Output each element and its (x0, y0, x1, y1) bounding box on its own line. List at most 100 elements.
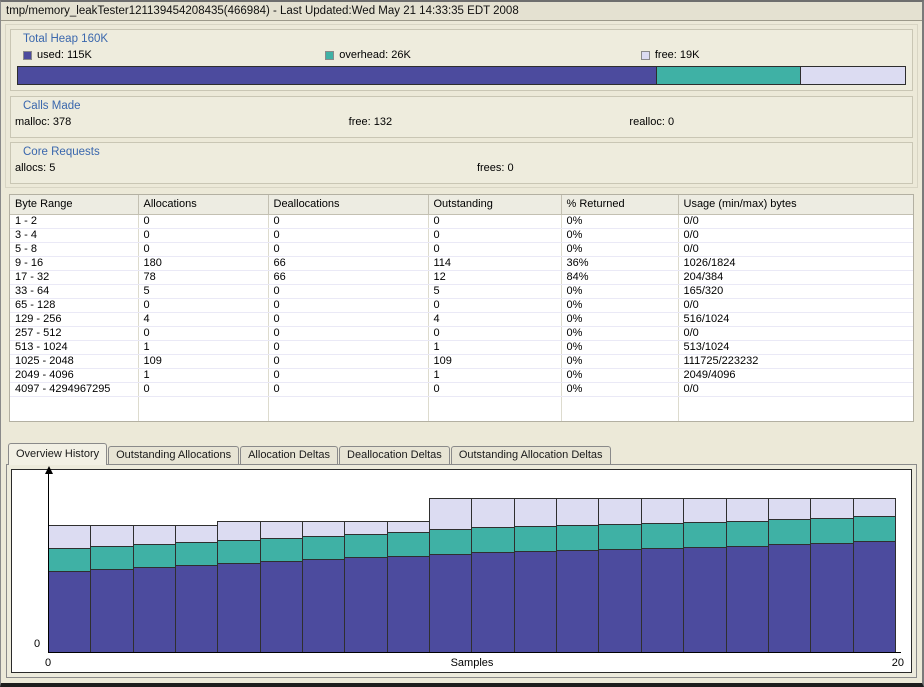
bar-segment-free (811, 498, 852, 518)
table-cell: 4097 - 4294967295 (10, 382, 138, 396)
table-cell: 0/0 (678, 242, 913, 256)
chart-bar[interactable] (175, 525, 218, 652)
chart-bar[interactable] (810, 498, 853, 652)
table-row[interactable]: 2049 - 40961010%2049/4096 (10, 368, 913, 382)
table-row[interactable]: 3 - 40000%0/0 (10, 228, 913, 242)
bar-segment-overhead (134, 544, 175, 567)
table-row[interactable]: 33 - 645050%165/320 (10, 284, 913, 298)
table-cell: 66 (268, 270, 428, 284)
tab-outstanding-allocations[interactable]: Outstanding Allocations (108, 446, 239, 464)
bar-segment-free (472, 498, 513, 527)
window-title: tmp/memory_leakTester121139454208435(466… (1, 2, 922, 21)
chart-bar[interactable] (853, 498, 896, 652)
legend-item-overhead: overhead: 26K (325, 49, 641, 61)
allocs-count: allocs: 5 (15, 162, 477, 174)
table-cell: 180 (138, 256, 268, 270)
table-row[interactable]: 17 - 3278661284%204/384 (10, 270, 913, 284)
table-cell: 1 (428, 340, 561, 354)
bar-segment-overhead (642, 523, 683, 548)
chart-bar[interactable] (217, 521, 260, 652)
malloc-count: malloc: 378 (15, 116, 349, 128)
bar-segment-free (261, 521, 302, 538)
table-cell: 204/384 (678, 270, 913, 284)
table-cell: 1 - 2 (10, 214, 138, 228)
table-cell: 0% (561, 214, 678, 228)
table-row[interactable]: 1025 - 204810901090%111725/223232 (10, 354, 913, 368)
table-cell: 0 (268, 298, 428, 312)
table-row[interactable]: 1 - 20000%0/0 (10, 214, 913, 228)
bar-segment-overhead (218, 540, 259, 563)
chart-bar[interactable] (90, 525, 133, 652)
bar-segment-used (345, 557, 386, 652)
bar-segment-free (91, 525, 132, 546)
table-cell: 2049/4096 (678, 368, 913, 382)
table-cell: 0 (138, 298, 268, 312)
tab-outstanding-allocation-deltas[interactable]: Outstanding Allocation Deltas (451, 446, 611, 464)
table-cell: 0 (428, 298, 561, 312)
x-axis-max-label: 20 (892, 657, 904, 669)
column-header[interactable]: Outstanding (428, 195, 561, 214)
chart-bar[interactable] (514, 498, 557, 652)
chart-bar[interactable] (48, 525, 91, 652)
table-cell: 5 (138, 284, 268, 298)
table-cell: 1026/1824 (678, 256, 913, 270)
chart-bar[interactable] (556, 498, 599, 652)
column-header[interactable]: Byte Range (10, 195, 138, 214)
table-row[interactable]: 9 - 161806611436%1026/1824 (10, 256, 913, 270)
chart-bar[interactable] (302, 521, 345, 652)
table-row[interactable]: 65 - 1280000%0/0 (10, 298, 913, 312)
chart-bar[interactable] (471, 498, 514, 652)
table-cell: 0/0 (678, 228, 913, 242)
bar-segment-used (134, 567, 175, 652)
tab-overview-history[interactable]: Overview History (8, 443, 107, 465)
table-row[interactable]: 257 - 5120000%0/0 (10, 326, 913, 340)
chart-bar[interactable] (387, 521, 430, 652)
realloc-count: realloc: 0 (629, 116, 912, 128)
table-cell: 66 (268, 256, 428, 270)
tab-allocation-deltas[interactable]: Allocation Deltas (240, 446, 338, 464)
table-row[interactable]: 5 - 80000%0/0 (10, 242, 913, 256)
bar-segment-free (218, 521, 259, 540)
calls-made-header[interactable]: Calls Made (11, 97, 912, 112)
column-header[interactable]: Deallocations (268, 195, 428, 214)
chart-bar[interactable] (641, 498, 684, 652)
chart-bar[interactable] (260, 521, 303, 652)
table-cell: 0 (138, 228, 268, 242)
tab-content: 0 0 Samples 20 (6, 464, 917, 678)
bar-segment-overhead (599, 524, 640, 549)
total-heap-header[interactable]: Total Heap 160K (11, 30, 912, 45)
total-heap-section: Total Heap 160K used: 115Koverhead: 26Kf… (10, 29, 913, 91)
core-requests-header[interactable]: Core Requests (11, 143, 912, 158)
chart-bar[interactable] (133, 525, 176, 652)
column-header[interactable]: % Returned (561, 195, 678, 214)
column-header[interactable]: Usage (min/max) bytes (678, 195, 913, 214)
table-row[interactable]: 129 - 2564040%516/1024 (10, 312, 913, 326)
table-cell: 4 (138, 312, 268, 326)
bar-segment-used (388, 556, 429, 653)
table-cell: 0 (428, 326, 561, 340)
bar-segment-used (303, 559, 344, 652)
free-swatch-icon (641, 51, 650, 60)
tab-deallocation-deltas[interactable]: Deallocation Deltas (339, 446, 450, 464)
bar-segment-overhead (472, 527, 513, 552)
table-filler-row (10, 396, 913, 421)
bar-segment-overhead (854, 516, 895, 541)
chart-bar[interactable] (726, 498, 769, 652)
bar-segment-used (557, 550, 598, 652)
byte-range-table: Byte RangeAllocationsDeallocationsOutsta… (9, 194, 914, 422)
chart-bar[interactable] (598, 498, 641, 652)
chart-bar[interactable] (683, 498, 726, 652)
bar-segment-overhead (515, 526, 556, 551)
chart-plot: 0 0 Samples 20 (48, 486, 896, 652)
table-cell: 0 (268, 242, 428, 256)
table-filler-cell (268, 396, 428, 421)
table-row[interactable]: 513 - 10241010%513/1024 (10, 340, 913, 354)
column-header[interactable]: Allocations (138, 195, 268, 214)
table-cell: 36% (561, 256, 678, 270)
chart-bar[interactable] (768, 498, 811, 652)
chart-bar[interactable] (344, 521, 387, 652)
bar-segment-overhead (430, 529, 471, 554)
chart-bar[interactable] (429, 498, 472, 652)
table-row[interactable]: 4097 - 42949672950000%0/0 (10, 382, 913, 396)
x-axis-line (48, 652, 901, 653)
